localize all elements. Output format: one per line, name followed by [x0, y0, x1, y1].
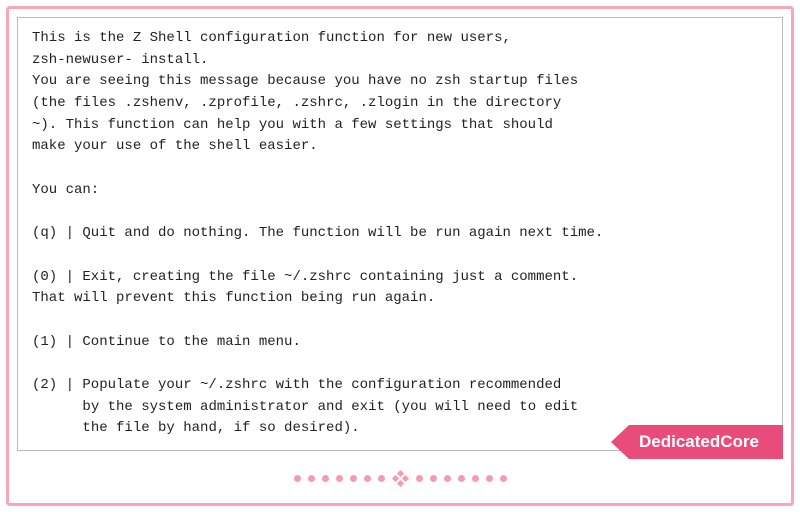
dot-icon [308, 475, 315, 482]
dot-icon [378, 475, 385, 482]
decorative-divider [17, 459, 783, 497]
dot-icon [350, 475, 357, 482]
dot-icon [500, 475, 507, 482]
dot-icon [444, 475, 451, 482]
chevron-left-icon [611, 425, 629, 459]
dot-icon [430, 475, 437, 482]
dot-icon [322, 475, 329, 482]
dots-ornament [294, 472, 507, 485]
terminal-output: This is the Z Shell configuration functi… [32, 28, 768, 451]
dot-icon [336, 475, 343, 482]
watermark-label: DedicatedCore [629, 425, 783, 459]
dot-icon [486, 475, 493, 482]
screenshot-frame: This is the Z Shell configuration functi… [6, 6, 794, 506]
dot-icon [458, 475, 465, 482]
dot-icon [472, 475, 479, 482]
watermark-badge: DedicatedCore [611, 425, 783, 459]
dot-icon [364, 475, 371, 482]
dot-icon [416, 475, 423, 482]
terminal-window[interactable]: This is the Z Shell configuration functi… [17, 17, 783, 451]
dot-icon [294, 475, 301, 482]
diamond-icon [394, 472, 407, 485]
